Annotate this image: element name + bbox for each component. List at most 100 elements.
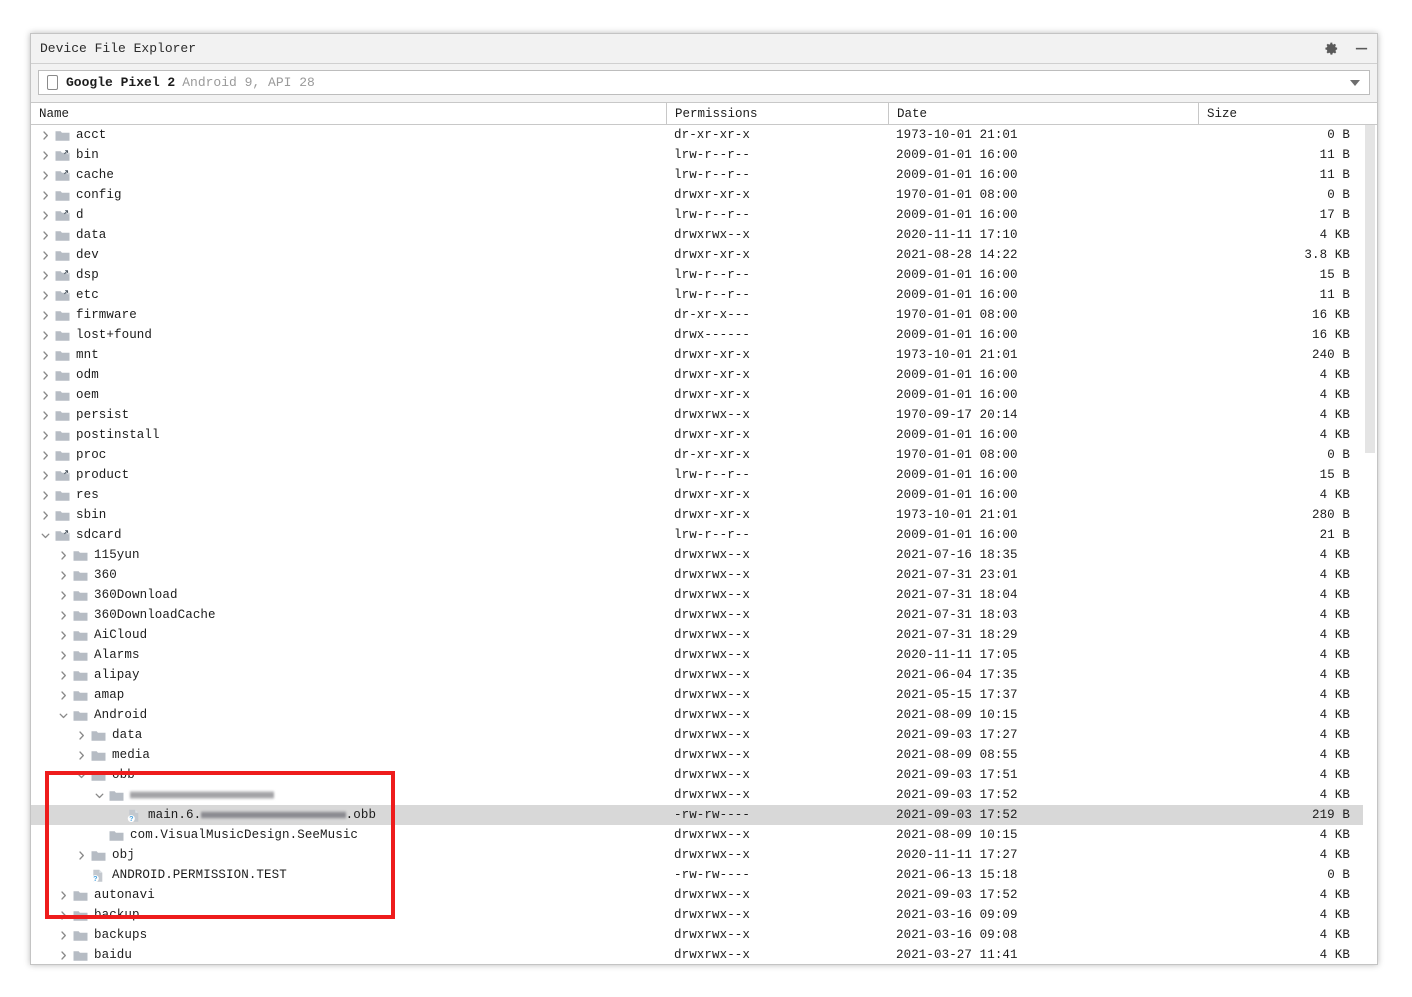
table-row[interactable]: product lrw-r--r-- 2009-01-01 16:00 15 B xyxy=(31,465,1377,485)
folder-icon xyxy=(91,769,106,782)
chevron-right-icon[interactable] xyxy=(57,549,70,562)
table-row[interactable]: proc dr-xr-xr-x 1970-01-01 08:00 0 B xyxy=(31,445,1377,465)
table-row[interactable]: ? ANDROID.PERMISSION.TEST -rw-rw---- 2021-0… xyxy=(31,865,1377,885)
chevron-down-icon[interactable] xyxy=(75,769,88,782)
column-header-permissions[interactable]: Permissions xyxy=(666,103,888,124)
chevron-right-icon[interactable] xyxy=(57,929,70,942)
chevron-right-icon[interactable] xyxy=(39,409,52,422)
chevron-right-icon[interactable] xyxy=(57,589,70,602)
chevron-right-icon[interactable] xyxy=(57,569,70,582)
table-row[interactable]: backups drwxrwx--x 2021-03-16 09:08 4 KB xyxy=(31,925,1377,945)
device-dropdown[interactable]: Google Pixel 2 Android 9, API 28 xyxy=(38,70,1370,95)
table-row[interactable]: d lrw-r--r-- 2009-01-01 16:00 17 B xyxy=(31,205,1377,225)
chevron-right-icon[interactable] xyxy=(39,169,52,182)
chevron-right-icon[interactable] xyxy=(39,329,52,342)
table-row[interactable]: mnt drwxr-xr-x 1973-10-01 21:01 240 B xyxy=(31,345,1377,365)
table-row[interactable]: dsp lrw-r--r-- 2009-01-01 16:00 15 B xyxy=(31,265,1377,285)
table-row[interactable]: sbin drwxr-xr-x 1973-10-01 21:01 280 B xyxy=(31,505,1377,525)
chevron-right-icon[interactable] xyxy=(39,229,52,242)
date-text: 2021-09-03 17:52 xyxy=(896,888,1018,902)
chevron-right-icon[interactable] xyxy=(39,289,52,302)
gear-icon[interactable] xyxy=(1323,41,1339,57)
chevron-right-icon[interactable] xyxy=(39,129,52,142)
chevron-right-icon[interactable] xyxy=(39,389,52,402)
chevron-right-icon[interactable] xyxy=(57,689,70,702)
table-row[interactable]: 360Download drwxrwx--x 2021-07-31 18:04 4 K… xyxy=(31,585,1377,605)
table-row[interactable]: media drwxrwx--x 2021-08-09 08:55 4 KB xyxy=(31,745,1377,765)
minimize-icon[interactable] xyxy=(1353,41,1369,57)
table-row[interactable]: persist drwxrwx--x 1970-09-17 20:14 4 KB xyxy=(31,405,1377,425)
chevron-right-icon[interactable] xyxy=(75,729,88,742)
table-row[interactable]: com.xxxxxx.xxxxxxxx drwxrwx--x 2021-09-03 … xyxy=(31,785,1377,805)
table-row[interactable]: data drwxrwx--x 2021-09-03 17:27 4 KB xyxy=(31,725,1377,745)
table-row[interactable]: data drwxrwx--x 2020-11-11 17:10 4 KB xyxy=(31,225,1377,245)
table-row[interactable]: firmware dr-xr-x--- 1970-01-01 08:00 16 KB xyxy=(31,305,1377,325)
table-row[interactable]: 360 drwxrwx--x 2021-07-31 23:01 4 KB xyxy=(31,565,1377,585)
table-row[interactable]: postinstall drwxr-xr-x 2009-01-01 16:00 4 K… xyxy=(31,425,1377,445)
table-row[interactable]: odm drwxr-xr-x 2009-01-01 16:00 4 KB xyxy=(31,365,1377,385)
table-row[interactable]: config drwxr-xr-x 1970-01-01 08:00 0 B xyxy=(31,185,1377,205)
chevron-right-icon[interactable] xyxy=(39,509,52,522)
chevron-right-icon[interactable] xyxy=(57,649,70,662)
chevron-right-icon[interactable] xyxy=(39,429,52,442)
chevron-right-icon[interactable] xyxy=(39,209,52,222)
table-row[interactable]: baidu drwxrwx--x 2021-03-27 11:41 4 KB xyxy=(31,945,1377,964)
chevron-right-icon[interactable] xyxy=(75,849,88,862)
chevron-right-icon[interactable] xyxy=(57,889,70,902)
chevron-down-icon[interactable] xyxy=(1350,79,1360,86)
scrollbar-thumb[interactable] xyxy=(1365,125,1375,453)
chevron-right-icon[interactable] xyxy=(57,609,70,622)
table-row[interactable]: bin lrw-r--r-- 2009-01-01 16:00 11 B xyxy=(31,145,1377,165)
vertical-scrollbar[interactable] xyxy=(1363,125,1377,964)
permissions-text: drwxrwx--x xyxy=(674,728,751,742)
chevron-right-icon[interactable] xyxy=(39,469,52,482)
chevron-down-icon[interactable] xyxy=(93,789,106,802)
folder-symlink-icon xyxy=(55,209,70,222)
table-row[interactable]: oem drwxr-xr-x 2009-01-01 16:00 4 KB xyxy=(31,385,1377,405)
chevron-right-icon[interactable] xyxy=(75,749,88,762)
column-header-date[interactable]: Date xyxy=(888,103,1198,124)
chevron-right-icon[interactable] xyxy=(57,629,70,642)
table-row[interactable]: Android drwxrwx--x 2021-08-09 10:15 4 KB xyxy=(31,705,1377,725)
table-row[interactable]: com.VisualMusicDesign.SeeMusic drwxrwx--x… xyxy=(31,825,1377,845)
chevron-right-icon[interactable] xyxy=(39,189,52,202)
cell-name: backup xyxy=(31,905,666,925)
table-row[interactable]: etc lrw-r--r-- 2009-01-01 16:00 11 B xyxy=(31,285,1377,305)
chevron-right-icon[interactable] xyxy=(57,669,70,682)
table-row[interactable]: res drwxr-xr-x 2009-01-01 16:00 4 KB xyxy=(31,485,1377,505)
chevron-right-icon[interactable] xyxy=(39,149,52,162)
chevron-down-icon[interactable] xyxy=(39,529,52,542)
chevron-right-icon[interactable] xyxy=(39,309,52,322)
cell-date: 2009-01-01 16:00 xyxy=(888,465,1198,485)
table-row[interactable]: 360DownloadCache drwxrwx--x 2021-07-31 18:… xyxy=(31,605,1377,625)
table-row[interactable]: acct dr-xr-xr-x 1973-10-01 21:01 0 B xyxy=(31,125,1377,145)
table-row[interactable]: autonavi drwxrwx--x 2021-09-03 17:52 4 KB xyxy=(31,885,1377,905)
table-row[interactable]: alipay drwxrwx--x 2021-06-04 17:35 4 KB xyxy=(31,665,1377,685)
table-row[interactable]: cache lrw-r--r-- 2009-01-01 16:00 11 B xyxy=(31,165,1377,185)
column-header-size[interactable]: Size xyxy=(1198,103,1372,124)
chevron-right-icon[interactable] xyxy=(39,249,52,262)
table-row[interactable]: lost+found drwx------ 2009-01-01 16:00 16 K… xyxy=(31,325,1377,345)
chevron-down-icon[interactable] xyxy=(57,709,70,722)
table-row[interactable]: AiCloud drwxrwx--x 2021-07-31 18:29 4 KB xyxy=(31,625,1377,645)
table-row[interactable]: amap drwxrwx--x 2021-05-15 17:37 4 KB xyxy=(31,685,1377,705)
table-row[interactable]: 115yun drwxrwx--x 2021-07-16 18:35 4 KB xyxy=(31,545,1377,565)
chevron-right-icon[interactable] xyxy=(39,369,52,382)
table-row[interactable]: backup drwxrwx--x 2021-03-16 09:09 4 KB xyxy=(31,905,1377,925)
table-row[interactable]: ? main.6.xxx.xxxxxxx.xxxxxxx.obb -rw-rw---… xyxy=(31,805,1377,825)
chevron-right-icon[interactable] xyxy=(57,909,70,922)
column-header-name[interactable]: Name xyxy=(31,103,666,124)
table-row[interactable]: Alarms drwxrwx--x 2020-11-11 17:05 4 KB xyxy=(31,645,1377,665)
table-row[interactable]: sdcard lrw-r--r-- 2009-01-01 16:00 21 B xyxy=(31,525,1377,545)
table-row[interactable]: dev drwxr-xr-x 2021-08-28 14:22 3.8 KB xyxy=(31,245,1377,265)
file-name-label: Alarms xyxy=(94,648,140,662)
chevron-right-icon[interactable] xyxy=(39,449,52,462)
chevron-right-icon[interactable] xyxy=(39,489,52,502)
cell-date: 2021-09-03 17:52 xyxy=(888,885,1198,905)
table-row[interactable]: obj drwxrwx--x 2020-11-11 17:27 4 KB xyxy=(31,845,1377,865)
table-row[interactable]: obb drwxrwx--x 2021-09-03 17:51 4 KB xyxy=(31,765,1377,785)
cell-permissions: drwxrwx--x xyxy=(666,725,888,745)
chevron-right-icon[interactable] xyxy=(57,949,70,962)
chevron-right-icon[interactable] xyxy=(39,269,52,282)
chevron-right-icon[interactable] xyxy=(39,349,52,362)
